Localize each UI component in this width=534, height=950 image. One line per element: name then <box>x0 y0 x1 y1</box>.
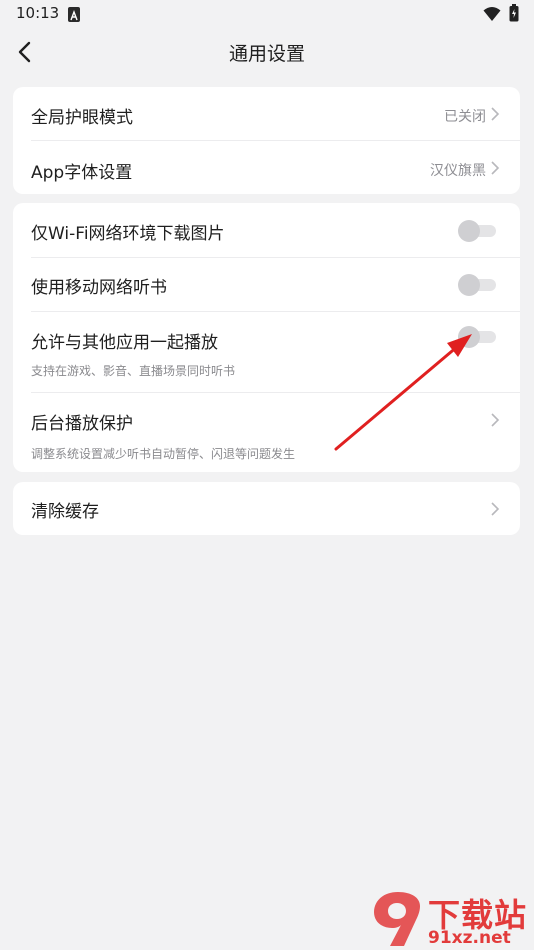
cache-card: 清除缓存 <box>13 482 520 535</box>
row-title: 仅Wi-Fi网络环境下载图片 <box>31 224 225 244</box>
row-value: 已关闭 <box>444 109 486 125</box>
mobile-network-listen-toggle[interactable] <box>458 273 498 296</box>
watermark: 下载站 91xz.net <box>368 888 534 950</box>
toggle-thumb <box>458 326 480 348</box>
row-value: 汉仪旗黑 <box>430 163 486 179</box>
display-settings-card: 全局护眼模式 已关闭 App字体设置 汉仪旗黑 <box>13 87 520 194</box>
row-subtitle: 调整系统设置减少听书自动暂停、闪退等问题发生 <box>31 447 296 461</box>
row-title: 清除缓存 <box>31 502 99 522</box>
background-playback-row[interactable]: 后台播放保护 调整系统设置减少听书自动暂停、闪退等问题发生 <box>13 393 520 472</box>
chevron-right-icon <box>491 502 500 516</box>
mobile-network-listen-row: 使用移动网络听书 <box>13 258 520 311</box>
row-title: 允许与其他应用一起播放 <box>31 333 218 353</box>
a-notification-icon <box>68 7 80 22</box>
page-title: 通用设置 <box>228 43 305 65</box>
app-font-row[interactable]: App字体设置 汉仪旗黑 <box>13 141 520 194</box>
toggle-thumb <box>458 274 480 296</box>
wifi-only-images-row: 仅Wi-Fi网络环境下载图片 <box>13 203 520 257</box>
eye-care-mode-row[interactable]: 全局护眼模式 已关闭 <box>13 87 520 140</box>
chevron-right-icon <box>491 107 500 121</box>
wifi-icon <box>483 7 501 21</box>
status-bar: 10:13 <box>0 0 534 28</box>
battery-icon <box>509 4 519 22</box>
mix-playback-toggle[interactable] <box>458 325 498 348</box>
status-time: 10:13 <box>16 4 60 22</box>
row-title: App字体设置 <box>31 163 133 183</box>
row-subtitle: 支持在游戏、影音、直播场景同时听书 <box>31 364 236 378</box>
nav-bar: 通用设置 <box>0 28 534 76</box>
clear-cache-row[interactable]: 清除缓存 <box>13 482 520 535</box>
mix-playback-row: 允许与其他应用一起播放 支持在游戏、影音、直播场景同时听书 <box>13 312 520 392</box>
row-title: 后台播放保护 <box>31 414 133 434</box>
playback-settings-card: 仅Wi-Fi网络环境下载图片 使用移动网络听书 允许与其他应用一起播放 支持在游… <box>13 203 520 472</box>
chevron-right-icon <box>491 413 500 427</box>
toggle-thumb <box>458 220 480 242</box>
watermark-logo-icon <box>374 892 420 946</box>
row-title: 全局护眼模式 <box>31 108 133 128</box>
chevron-right-icon <box>491 161 500 175</box>
row-title: 使用移动网络听书 <box>31 278 167 298</box>
wifi-only-images-toggle[interactable] <box>458 219 498 242</box>
watermark-url: 91xz.net <box>428 928 511 948</box>
